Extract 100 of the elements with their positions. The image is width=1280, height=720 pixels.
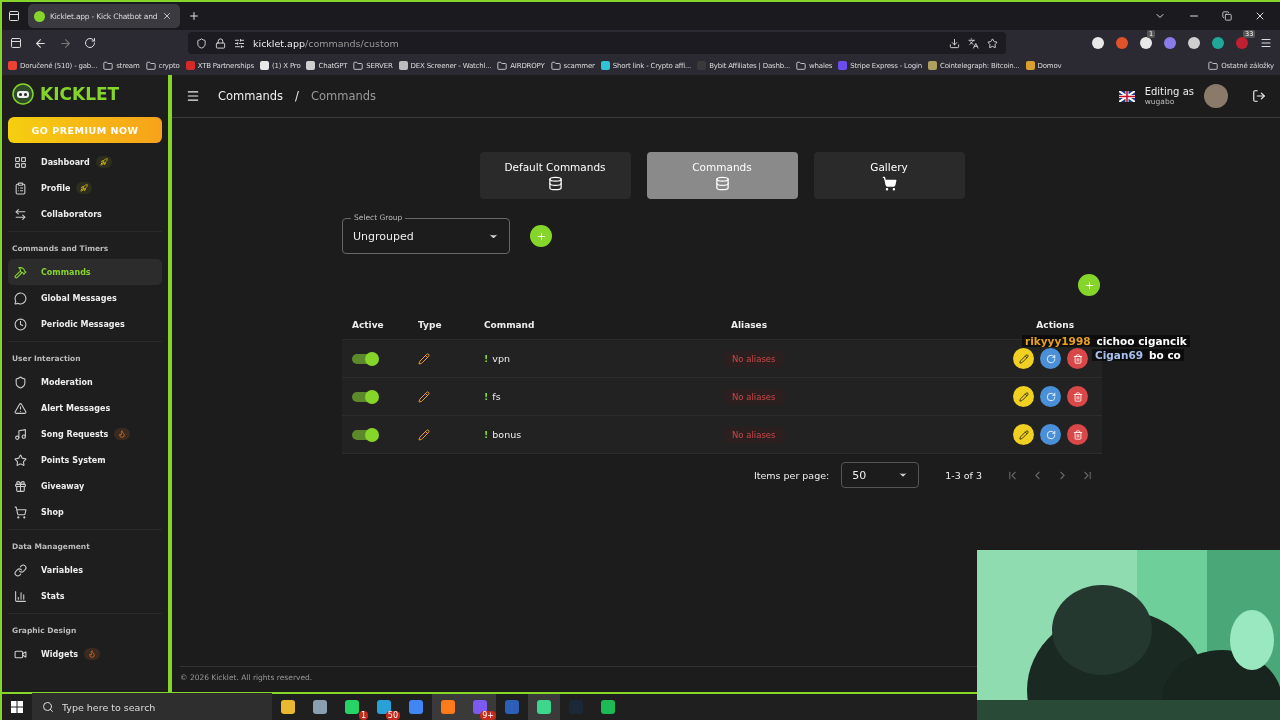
- nav-item[interactable]: Moderation: [8, 369, 162, 395]
- nav-item[interactable]: Shop: [8, 499, 162, 525]
- tab-list-icon[interactable]: [8, 10, 20, 22]
- delete-button[interactable]: [1067, 386, 1088, 407]
- delete-button[interactable]: [1067, 348, 1088, 369]
- avatar: [1204, 84, 1228, 108]
- pencil-icon: [1018, 429, 1029, 440]
- pencil-icon: [1018, 391, 1029, 402]
- bar-chart-icon: [14, 589, 27, 603]
- translate-icon[interactable]: [968, 37, 979, 49]
- close-icon[interactable]: [162, 11, 173, 21]
- notification-badge: 9+: [480, 711, 496, 720]
- nav-item[interactable]: Dashboard: [8, 149, 162, 175]
- cart-icon: [881, 175, 897, 191]
- nav-item[interactable]: Song Requests: [8, 421, 162, 447]
- column-header: Aliases: [731, 319, 768, 330]
- edit-button[interactable]: [1013, 424, 1034, 445]
- nav-item[interactable]: Periodic Messages: [8, 311, 162, 337]
- chat-username: Cigan69: [1095, 349, 1143, 361]
- address-bar[interactable]: kicklet.app/commands/custom: [188, 32, 1006, 54]
- close-icon[interactable]: [1254, 10, 1266, 22]
- edit-button[interactable]: [1013, 386, 1034, 407]
- nav-item[interactable]: Commands: [8, 259, 162, 285]
- column-header: Command: [484, 319, 535, 330]
- pencil-icon: [418, 428, 430, 441]
- nav-item[interactable]: Alert Messages: [8, 395, 162, 421]
- back-icon[interactable]: [34, 36, 47, 50]
- taskbar-app[interactable]: [432, 694, 464, 720]
- column-header: Type: [418, 319, 442, 330]
- flag-icon[interactable]: [1118, 90, 1135, 102]
- toggle-switch[interactable]: [352, 429, 378, 440]
- taskbar-app[interactable]: 1: [336, 694, 368, 720]
- nav-item[interactable]: Profile: [8, 175, 162, 201]
- database-icon: [714, 175, 730, 191]
- logo: KICKLET: [8, 81, 162, 107]
- toggle-switch[interactable]: [352, 353, 378, 364]
- taskbar-search[interactable]: Type here to search: [32, 693, 272, 720]
- flame-icon: [84, 648, 101, 660]
- forward-icon[interactable]: [59, 36, 72, 50]
- download-icon[interactable]: [949, 37, 960, 49]
- page-size-select[interactable]: 50: [841, 462, 920, 488]
- plus-icon: [535, 230, 547, 242]
- trash-icon: [1072, 429, 1083, 440]
- menu-icon[interactable]: [186, 89, 200, 103]
- folder-icon: [796, 60, 807, 71]
- bookmark-star-icon[interactable]: [987, 37, 998, 49]
- refresh-icon: [1045, 391, 1056, 402]
- extension-icon[interactable]: [1092, 37, 1104, 49]
- url-path: /commands/custom: [305, 37, 399, 49]
- aliases-tag: No aliases: [723, 426, 785, 443]
- extension-icon[interactable]: [1140, 37, 1152, 49]
- arrows-icon: [14, 207, 27, 221]
- add-group-button[interactable]: [530, 225, 552, 247]
- gift-icon: [14, 479, 27, 493]
- extension-icon[interactable]: [1212, 37, 1224, 49]
- refresh-button[interactable]: [1040, 348, 1061, 369]
- command-name: ! bonus: [484, 429, 523, 440]
- tab[interactable]: Gallery: [813, 152, 965, 199]
- favicon-icon: [34, 10, 45, 22]
- plus-icon: [1083, 279, 1095, 291]
- new-tab-icon[interactable]: [188, 10, 200, 22]
- nav-item[interactable]: Global Messages: [8, 285, 162, 311]
- column-header: Active: [352, 319, 384, 330]
- command-name: ! vpn: [484, 353, 512, 364]
- extension-icon[interactable]: [1188, 37, 1200, 49]
- nav-item[interactable]: Collaborators: [8, 201, 162, 227]
- folder-icon: [103, 60, 114, 71]
- taskbar-app[interactable]: 50: [368, 694, 400, 720]
- reload-icon[interactable]: [84, 37, 96, 49]
- add-command-button[interactable]: [1078, 274, 1100, 296]
- refresh-button[interactable]: [1040, 424, 1061, 445]
- chat-message: bo co: [1149, 349, 1181, 361]
- refresh-icon: [1045, 353, 1056, 364]
- taskbar-app[interactable]: [528, 694, 560, 720]
- nav-item[interactable]: Stats: [8, 583, 162, 609]
- nav-item[interactable]: Giveaway: [8, 473, 162, 499]
- hammer-icon: [14, 265, 27, 279]
- aliases-tag: No aliases: [723, 388, 785, 405]
- folder-icon: [550, 60, 561, 71]
- toggle-switch[interactable]: [352, 391, 378, 402]
- taskbar-app[interactable]: 9+: [464, 694, 496, 720]
- edit-button[interactable]: [1013, 348, 1034, 369]
- folder-icon: [353, 60, 364, 71]
- refresh-button[interactable]: [1040, 386, 1061, 407]
- delete-button[interactable]: [1067, 424, 1088, 445]
- nav-item[interactable]: Points System: [8, 447, 162, 473]
- nav-item[interactable]: Variables: [8, 557, 162, 583]
- warning-icon: [14, 401, 27, 415]
- breadcrumb-item[interactable]: Commands: [218, 89, 284, 103]
- folder-icon: [497, 60, 508, 71]
- windows-logo-icon[interactable]: [11, 701, 23, 713]
- logout-icon[interactable]: [1252, 89, 1266, 103]
- tab[interactable]: Default Commands: [479, 152, 631, 199]
- nav-item[interactable]: Widgets: [8, 641, 162, 667]
- aliases-tag: No aliases: [723, 350, 785, 367]
- column-header: Actions: [1036, 319, 1075, 330]
- restore-icon[interactable]: [1222, 11, 1232, 21]
- cart-icon: [14, 505, 27, 519]
- sidebar-icon[interactable]: [10, 37, 22, 49]
- menu-icon[interactable]: [1260, 37, 1272, 49]
